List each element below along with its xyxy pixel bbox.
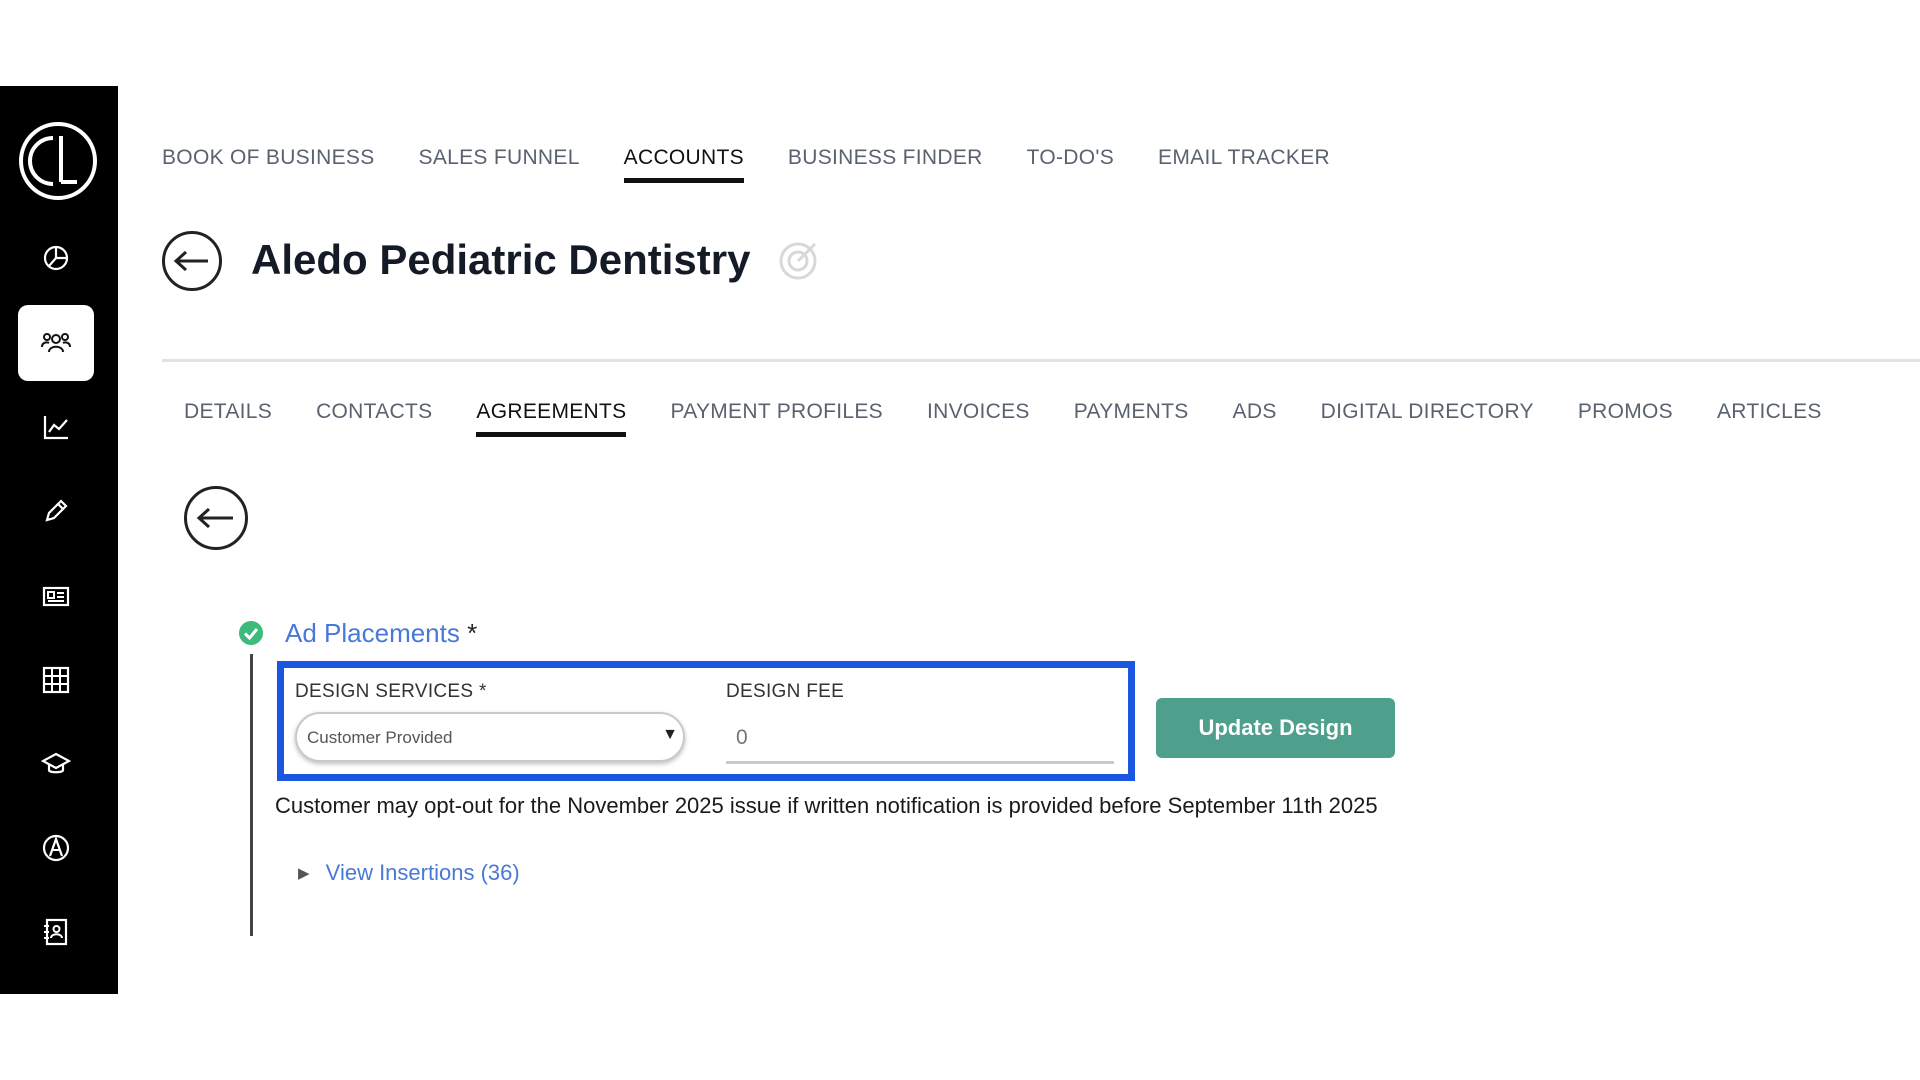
tab-promos[interactable]: PROMOS [1578,400,1673,437]
target-icon[interactable] [777,240,819,282]
grid-icon [42,666,70,694]
update-design-button[interactable]: Update Design [1156,698,1395,758]
tab-digital-directory[interactable]: DIGITAL DIRECTORY [1321,400,1534,437]
graduation-cap-icon [41,752,71,774]
tab-ads[interactable]: ADS [1233,400,1277,437]
tab-invoices[interactable]: INVOICES [927,400,1030,437]
sidebar-item-grid[interactable] [18,642,94,718]
top-nav-accounts[interactable]: ACCOUNTS [623,146,744,183]
arrow-left-icon [196,507,233,529]
cl-logo[interactable] [17,120,99,202]
page-title: Aledo Pediatric Dentistry [251,236,751,283]
line-chart-icon [43,416,68,440]
design-services-select[interactable]: Customer Provided ▼ [295,712,685,762]
tab-articles[interactable]: ARTICLES [1717,400,1822,437]
check-circle-icon [239,621,263,645]
pencil-icon [45,499,68,522]
compass-icon [42,834,70,862]
top-nav-email-tracker[interactable]: EMAIL TRACKER [1158,146,1330,183]
tab-contacts[interactable]: CONTACTS [316,400,432,437]
sidebar-item-graduation-cap[interactable] [18,726,94,802]
sidebar-item-line-chart[interactable] [18,389,94,465]
tab-agreements[interactable]: AGREEMENTS [476,400,627,437]
account-tabs: DETAILS CONTACTS AGREEMENTS PAYMENT PROFILE… [184,400,1822,437]
expand-triangle-icon: ▶ [298,865,310,882]
contact-book-icon [44,918,68,946]
tab-payment-profiles[interactable]: PAYMENT PROFILES [670,400,883,437]
design-fee-label: DESIGN FEE [726,681,845,702]
top-nav: BOOK OF BUSINESS SALES FUNNEL ACCOUNTS BUSI… [162,146,1330,183]
design-services-value: Customer Provided [307,728,453,747]
top-nav-business-finder[interactable]: BUSINESS FINDER [788,146,983,183]
section-heading: Ad Placements * [285,618,477,649]
tab-details[interactable]: DETAILS [184,400,272,437]
sidebar-item-newspaper[interactable] [18,558,94,634]
design-fee-input[interactable] [726,714,1114,764]
timeline-line [250,654,253,936]
view-insertions-toggle[interactable]: ▶ View Insertions (36) [298,860,520,886]
top-nav-sales-funnel[interactable]: SALES FUNNEL [419,146,580,183]
view-insertions-label: View Insertions (36) [325,860,520,885]
arrow-left-icon [173,250,208,272]
tab-payments[interactable]: PAYMENTS [1074,400,1189,437]
back-button[interactable] [162,231,222,291]
sidebar-item-pie-chart[interactable] [18,220,94,296]
newspaper-icon [42,586,70,607]
pie-chart-icon [43,245,69,271]
sidebar-item-users[interactable] [18,305,94,381]
section-back-button[interactable] [184,486,248,550]
required-mark: * [467,618,478,648]
top-nav-to-do-s[interactable]: TO-DO'S [1027,146,1114,183]
sidebar-item-compass[interactable] [18,810,94,886]
chevron-down-icon: ▼ [662,726,678,743]
sidebar-item-pencil[interactable] [18,473,94,549]
ad-placements-link[interactable]: Ad Placements [285,618,460,648]
top-nav-book-of-business[interactable]: BOOK OF BUSINESS [162,146,375,183]
divider [162,359,1920,362]
design-services-label: DESIGN SERVICES * [295,681,487,702]
opt-out-notice: Customer may opt-out for the November 20… [275,793,1378,818]
sidebar-item-contact-book[interactable] [18,894,94,970]
sidebar [0,86,118,994]
users-icon [41,333,71,353]
